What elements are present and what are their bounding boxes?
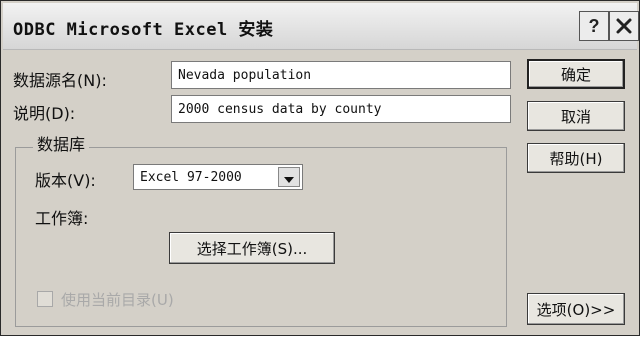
description-label: 说明(D): <box>13 104 76 123</box>
window-title: ODBC Microsoft Excel 安装 <box>13 20 274 40</box>
datasource-name-input[interactable]: Nevada population <box>171 61 511 89</box>
version-select-value: Excel 97-2000 <box>140 170 242 185</box>
use-current-directory-checkbox[interactable] <box>37 291 53 307</box>
cancel-button[interactable]: 取消 <box>527 101 625 131</box>
title-bar[interactable]: ODBC Microsoft Excel 安装 ? <box>3 3 639 50</box>
svg-text:?: ? <box>589 16 600 36</box>
version-dropdown-button[interactable] <box>278 167 300 187</box>
select-workbook-button[interactable]: 选择工作簿(S)... <box>169 232 335 264</box>
workbook-label: 工作簿: <box>35 209 89 228</box>
version-select[interactable]: Excel 97-2000 <box>133 164 303 190</box>
options-button[interactable]: 选项(O)>> <box>527 293 625 325</box>
description-input[interactable]: 2000 census data by county <box>171 95 511 123</box>
version-label: 版本(V): <box>35 171 96 190</box>
help-button[interactable]: 帮助(H) <box>527 143 625 173</box>
datasource-name-label: 数据源名(N): <box>13 71 107 90</box>
database-group-title: 数据库 <box>33 131 90 155</box>
question-icon: ? <box>585 16 603 36</box>
ok-button[interactable]: 确定 <box>527 59 625 89</box>
chevron-down-icon <box>284 168 294 187</box>
close-icon <box>615 17 633 35</box>
title-help-button[interactable]: ? <box>579 11 609 41</box>
title-close-button[interactable] <box>609 11 639 41</box>
use-current-directory-label: 使用当前目录(U) <box>61 291 174 309</box>
odbc-excel-setup-dialog: ODBC Microsoft Excel 安装 ? 数据源名(N): Nevad… <box>0 0 640 336</box>
